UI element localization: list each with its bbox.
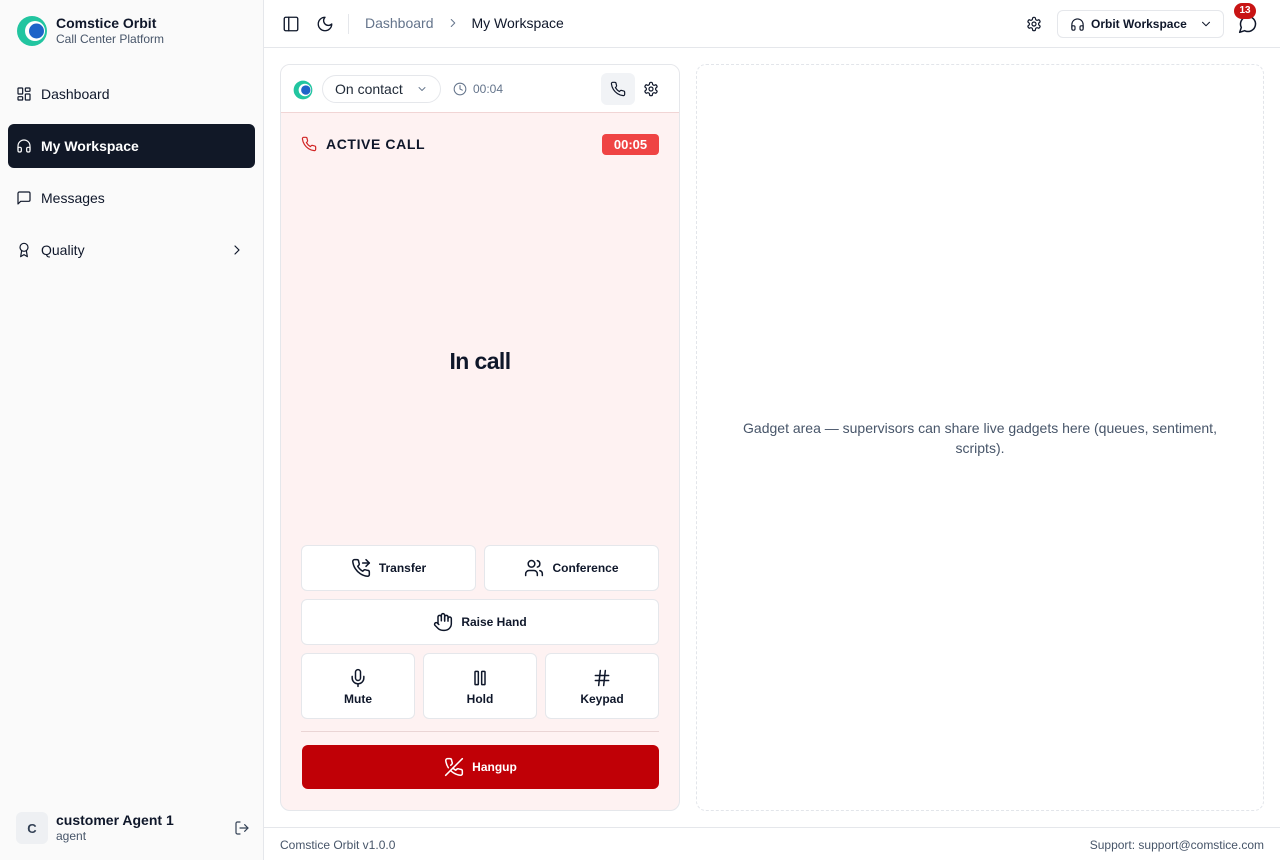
sidebar-item-my-workspace[interactable]: My Workspace <box>8 124 255 168</box>
breadcrumb-dashboard[interactable]: Dashboard <box>365 15 434 31</box>
chevron-down-icon <box>418 87 426 91</box>
app-version: Comstice Orbit v1.0.0 <box>280 838 396 852</box>
softphone-toolbar: On contact 00:04 <box>281 65 679 113</box>
avatar[interactable]: C <box>16 812 48 844</box>
clock-icon <box>453 82 467 96</box>
microphone-icon <box>351 668 365 688</box>
hangup-label: Hangup <box>472 760 517 774</box>
active-call-label: ACTIVE CALL <box>326 136 426 152</box>
conference-label: Conference <box>552 561 619 575</box>
headphones-icon <box>1071 17 1084 31</box>
chevron-right-icon <box>234 245 240 255</box>
message-square-icon <box>17 191 31 205</box>
sidebar-item-label: Quality <box>41 242 85 258</box>
phone-forward-icon <box>351 558 370 578</box>
breadcrumb: Dashboard My Workspace <box>365 15 564 31</box>
sidebar-item-label: My Workspace <box>41 138 139 154</box>
brand-name: Comstice Orbit <box>56 15 157 31</box>
call-timer: 00:05 <box>602 134 659 155</box>
gadget-area: Gadget area — supervisors can share live… <box>696 64 1264 811</box>
softphone-panel: On contact 00:04 ACTIVE CALL 00:05 In ca… <box>280 64 680 811</box>
pause-icon <box>474 670 486 686</box>
hand-icon <box>434 612 453 632</box>
agent-status-label: On contact <box>335 81 403 97</box>
users-icon <box>525 559 544 577</box>
keypad-button[interactable]: Keypad <box>545 653 659 719</box>
status-timer-value: 00:04 <box>473 82 504 96</box>
sidebar: Comstice Orbit Call Center Platform Dash… <box>0 0 264 860</box>
sidebar-item-dashboard[interactable]: Dashboard <box>8 72 255 116</box>
sidebar-item-quality[interactable]: Quality <box>8 228 255 272</box>
user-role: agent <box>56 829 87 843</box>
moon-icon[interactable] <box>316 15 334 33</box>
chevron-down-icon <box>1201 21 1211 27</box>
support-link[interactable]: Support: support@comstice.com <box>1090 838 1264 852</box>
workspace-selector-label: Orbit Workspace <box>1091 17 1187 31</box>
brand-subtitle: Call Center Platform <box>56 32 165 46</box>
workspace-selector[interactable]: Orbit Workspace <box>1057 10 1224 38</box>
breadcrumb-current: My Workspace <box>471 15 564 31</box>
transfer-label: Transfer <box>378 561 427 575</box>
sidebar-nav: Dashboard My Workspace Messages Quality <box>8 72 255 280</box>
phone-icon <box>610 81 626 97</box>
user-name: customer Agent 1 <box>56 812 174 828</box>
sidebar-item-label: Dashboard <box>41 86 110 102</box>
keypad-label: Keypad <box>580 692 624 706</box>
gadget-placeholder-text: Gadget area — supervisors can share live… <box>743 420 1217 456</box>
divider <box>301 731 659 732</box>
raise-hand-button[interactable]: Raise Hand <box>301 599 659 645</box>
headphones-icon <box>17 139 31 153</box>
header-divider <box>348 14 349 34</box>
hangup-button[interactable]: Hangup <box>302 745 659 789</box>
sidebar-item-messages[interactable]: Messages <box>8 176 255 220</box>
raise-hand-label: Raise Hand <box>461 615 527 629</box>
dashboard-grid-icon <box>17 87 31 101</box>
footer: Comstice Orbit v1.0.0 Support: support@c… <box>264 827 1280 860</box>
chevron-right-icon <box>450 18 455 28</box>
hold-button[interactable]: Hold <box>423 653 537 719</box>
gear-icon[interactable] <box>643 81 659 97</box>
mute-button[interactable]: Mute <box>301 653 415 719</box>
hash-icon <box>594 669 610 687</box>
call-state-text: In call <box>449 348 512 374</box>
agent-status-dropdown[interactable]: On contact <box>322 75 441 103</box>
logout-icon[interactable] <box>234 820 250 836</box>
phone-off-icon <box>445 757 464 777</box>
sidebar-toggle-icon[interactable] <box>282 15 300 33</box>
conference-button[interactable]: Conference <box>484 545 659 591</box>
award-icon <box>19 242 29 258</box>
sidebar-item-label: Messages <box>41 190 105 206</box>
status-timer: 00:04 <box>453 82 503 96</box>
phone-tab-button[interactable] <box>601 73 635 105</box>
mute-label: Mute <box>344 692 372 706</box>
brand[interactable]: Comstice Orbit Call Center Platform <box>16 14 164 47</box>
gear-icon[interactable] <box>1026 16 1042 32</box>
transfer-button[interactable]: Transfer <box>301 545 476 591</box>
notification-badge: 13 <box>1234 3 1256 19</box>
orbit-logo-icon <box>17 15 47 46</box>
phone-icon <box>301 136 317 152</box>
active-call-header: ACTIVE CALL <box>301 136 425 152</box>
orbit-logo-icon <box>293 80 313 100</box>
top-header: Dashboard My Workspace Orbit Workspace 1… <box>264 0 1280 48</box>
user-profile: C customer Agent 1 agent <box>16 812 250 844</box>
hold-label: Hold <box>466 692 494 706</box>
